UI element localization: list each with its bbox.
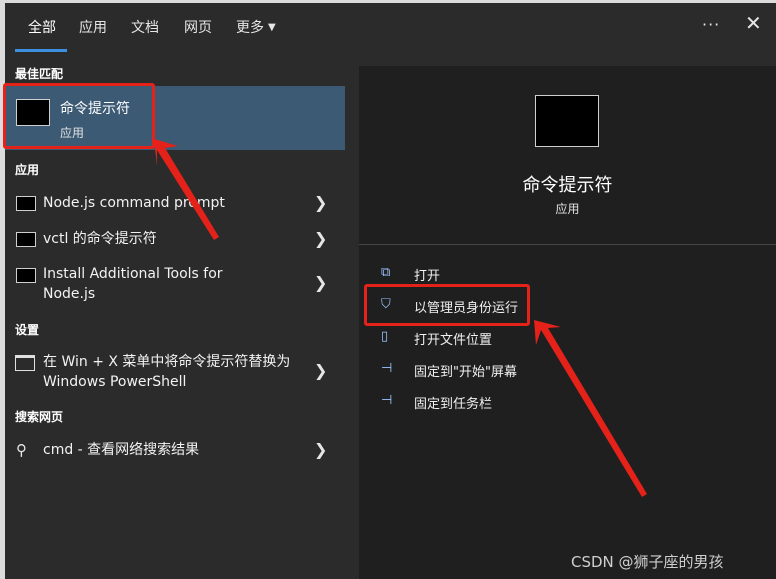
annotation-arrows <box>154 139 647 497</box>
annotation-arrow-right <box>534 320 647 497</box>
annotation-arrow-left <box>154 139 219 240</box>
